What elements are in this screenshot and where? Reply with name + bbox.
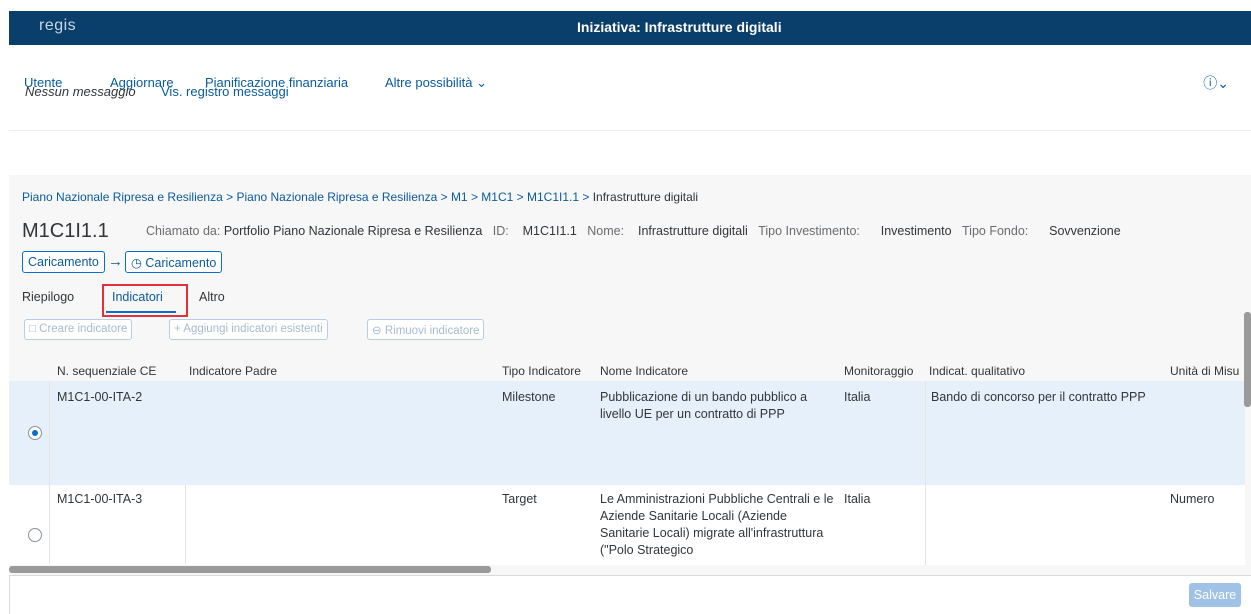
tab-bar: Riepilogo Indicatori Altro <box>9 280 1251 316</box>
breadcrumb-link[interactable]: M1 <box>451 190 468 204</box>
column-header[interactable]: Unità di Misu <box>1170 364 1239 378</box>
name-value: Infrastrutture digitali <box>638 224 748 238</box>
menu-altre-possibilita[interactable]: Altre possibilità ⌄ <box>385 75 487 91</box>
column-divider <box>925 381 926 485</box>
add-existing-indicators-label: Aggiungi indicatori esistenti <box>183 323 323 335</box>
vertical-scrollbar[interactable] <box>1244 312 1251 407</box>
tab-highlight-box <box>102 284 188 317</box>
breadcrumb-link[interactable]: Piano Nazionale Ripresa e Resilienza <box>22 190 223 204</box>
name-label: Nome: <box>587 224 625 238</box>
help-icon: ⓘ <box>1203 75 1218 91</box>
tab-altro[interactable]: Altro <box>199 290 225 304</box>
footer-bar: Salvare <box>9 575 1251 614</box>
create-indicator-label: Creare indicatore <box>39 323 128 335</box>
called-by-label: Chiamato da: <box>146 224 221 238</box>
column-header[interactable]: Monitoraggio <box>844 364 913 378</box>
breadcrumb-current: Infrastrutture digitali <box>592 190 699 204</box>
clock-icon: ◷ <box>131 256 142 270</box>
app-logo[interactable]: regis <box>39 17 76 35</box>
add-existing-indicators-button[interactable]: + Aggiungi indicatori esistenti <box>169 319 328 340</box>
cell-type: Milestone <box>502 390 556 404</box>
fund-type-value: Sovvenzione <box>1049 224 1121 238</box>
remove-icon: ⊖ <box>372 325 382 337</box>
object-title: M1C1I1.1 <box>22 220 109 242</box>
id-label: ID: <box>492 224 509 238</box>
chevron-down-icon: ⌄ <box>1217 75 1229 91</box>
column-header[interactable]: Indicat. qualitativo <box>929 364 1025 378</box>
column-divider <box>49 381 50 485</box>
status-next-button[interactable]: ◷ Caricamento <box>125 251 223 273</box>
investment-type-value: Investimento <box>880 224 952 238</box>
table-toolbar: □ Creare indicatore + Aggiungi indicator… <box>9 317 1251 345</box>
table-row[interactable]: M1C1-00-ITA-2 Milestone Pubblicazione di… <box>9 381 1245 485</box>
column-header[interactable]: Indicatore Padre <box>189 364 277 378</box>
cell-seq: M1C1-00-ITA-3 <box>57 492 143 506</box>
shell-bar: regis Iniziativa: Infrastrutture digital… <box>9 11 1251 45</box>
cell-type: Target <box>502 492 537 506</box>
row-select-radio[interactable] <box>28 528 42 542</box>
column-divider <box>185 485 186 565</box>
breadcrumb-link[interactable]: Piano Nazionale Ripresa e Resilienza <box>236 190 437 204</box>
tab-riepilogo[interactable]: Riepilogo <box>22 290 74 304</box>
row-select-radio[interactable] <box>28 426 42 440</box>
chevron-down-icon: ⌄ <box>476 75 487 90</box>
breadcrumb-link[interactable]: M1C1I1.1 <box>527 190 579 204</box>
message-status: Nessun messaggio <box>25 84 136 99</box>
menu-altre-possibilita-label: Altre possibilità <box>385 75 473 90</box>
create-icon: □ <box>29 323 36 335</box>
plus-icon: + <box>174 323 181 335</box>
breadcrumb-link[interactable]: M1C1 <box>481 190 513 204</box>
fund-type-label: Tipo Fondo: <box>962 224 1029 238</box>
table-header: N. sequenziale CE Indicatore Padre Tipo … <box>9 359 1245 381</box>
table-row[interactable]: M1C1-00-ITA-3 Target Le Amministrazioni … <box>9 485 1245 565</box>
cell-name: Pubblicazione di un bando pubblico a liv… <box>600 390 808 421</box>
cell-qualitative: Bando di concorso per il contratto PPP <box>931 390 1146 404</box>
id-value: M1C1I1.1 <box>522 224 577 238</box>
status-current-button[interactable]: Caricamento <box>22 251 105 273</box>
cell-seq: M1C1-00-ITA-2 <box>57 390 143 404</box>
column-header[interactable]: Tipo Indicatore <box>502 364 581 378</box>
object-attributes: Chiamato da: Portfolio Piano Nazionale R… <box>146 224 1121 238</box>
create-indicator-button[interactable]: □ Creare indicatore <box>24 319 133 340</box>
arrow-right-icon: → <box>108 253 123 270</box>
save-button[interactable]: Salvare <box>1189 583 1241 607</box>
message-log-link[interactable]: Vis. registro messaggi <box>161 84 289 99</box>
cell-monitoring: Italia <box>844 492 871 506</box>
cell-monitoring: Italia <box>844 390 871 404</box>
status-next-label: Caricamento <box>145 256 217 270</box>
column-divider <box>49 485 50 565</box>
investment-type-label: Tipo Investimento: <box>758 224 860 238</box>
column-header[interactable]: Nome Indicatore <box>600 364 688 378</box>
help-menu-button[interactable]: ⓘ⌄ <box>1203 73 1229 93</box>
app-title: Iniziativa: Infrastrutture digitali <box>577 19 782 35</box>
remove-indicator-label: Rimuovi indicatore <box>384 325 480 337</box>
column-header[interactable]: N. sequenziale CE <box>57 364 156 378</box>
remove-indicator-button[interactable]: ⊖ Rimuovi indicatore <box>367 319 485 340</box>
cell-unit: Numero <box>1170 492 1215 506</box>
breadcrumb: Piano Nazionale Ripresa e Resilienza > P… <box>22 190 699 204</box>
cell-name: Le Amministrazioni Pubbliche Centrali e … <box>600 492 834 557</box>
horizontal-scrollbar[interactable] <box>9 566 491 573</box>
called-by-value: Portfolio Piano Nazionale Ripresa e Resi… <box>223 224 483 238</box>
column-divider <box>925 485 926 565</box>
